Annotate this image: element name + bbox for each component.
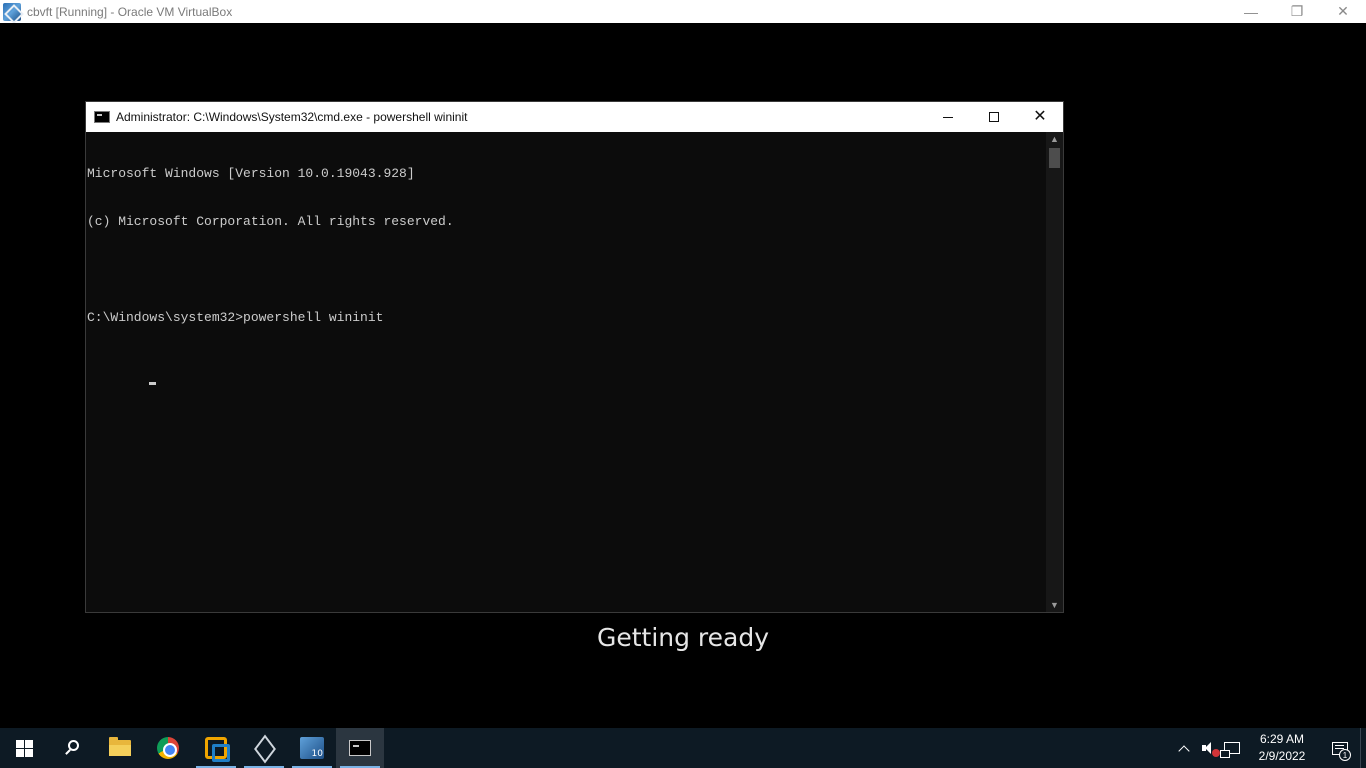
vmware-button[interactable] [192, 728, 240, 768]
cmd-window-icon[interactable] [94, 111, 110, 123]
folder-icon [109, 737, 131, 756]
scroll-down-arrow-icon[interactable]: ▼ [1046, 598, 1063, 612]
cube-icon [254, 738, 274, 758]
cmd-window-controls: ✕ [925, 102, 1063, 132]
virtualbox-cube-button[interactable] [240, 728, 288, 768]
show-desktop-button[interactable] [1360, 728, 1366, 768]
volume-button[interactable] [1196, 728, 1220, 768]
host-window-title: cbvft [Running] - Oracle VM VirtualBox [27, 4, 233, 19]
chrome-icon [157, 737, 179, 759]
chrome-button[interactable] [144, 728, 192, 768]
virtualbox-icon [300, 737, 324, 759]
console-line: Microsoft Windows [Version 10.0.19043.92… [87, 166, 415, 181]
clock-time: 6:29 AM [1259, 732, 1305, 746]
system-tray: 6:29 AM 2/9/2022 1 [1172, 728, 1366, 768]
taskbar-clock[interactable]: 6:29 AM 2/9/2022 [1244, 728, 1320, 768]
scroll-thumb[interactable] [1049, 148, 1060, 168]
network-icon [1220, 742, 1240, 758]
console-line: (c) Microsoft Corporation. All rights re… [87, 214, 454, 229]
cmd-icon [349, 740, 371, 756]
command-prompt-button[interactable] [336, 728, 384, 768]
virtualbox-button[interactable] [288, 728, 336, 768]
file-explorer-button[interactable] [96, 728, 144, 768]
host-window-controls: — ❐ ✕ [1228, 0, 1366, 23]
cmd-maximize-button[interactable] [971, 102, 1017, 132]
maximize-icon [989, 112, 999, 122]
vm-screen[interactable]: Administrator: C:\Windows\System32\cmd.e… [0, 23, 1366, 728]
console-cursor-line [87, 358, 1046, 385]
virtualbox-logo-icon [3, 2, 21, 21]
host-restore-button[interactable]: ❐ [1274, 0, 1320, 23]
taskbar: 6:29 AM 2/9/2022 1 [0, 728, 1366, 768]
cmd-close-button[interactable]: ✕ [1017, 102, 1063, 132]
speaker-muted-icon [1201, 741, 1220, 757]
cmd-console-output[interactable]: Microsoft Windows [Version 10.0.19043.92… [86, 132, 1046, 612]
getting-ready-status: Getting ready [596, 623, 770, 652]
cmd-vertical-scrollbar[interactable]: ▲ ▼ [1046, 132, 1063, 612]
cmd-window[interactable]: Administrator: C:\Windows\System32\cmd.e… [85, 101, 1064, 613]
console-line: C:\Windows\system32>powershell wininit [87, 310, 384, 325]
minimize-icon [943, 116, 953, 118]
clock-date: 2/9/2022 [1258, 749, 1306, 763]
host-minimize-button[interactable]: — [1228, 0, 1274, 23]
network-button[interactable] [1220, 728, 1244, 768]
notification-count-badge: 1 [1339, 749, 1351, 761]
close-icon: ✕ [1033, 108, 1047, 125]
cmd-minimize-button[interactable] [925, 102, 971, 132]
search-icon [64, 740, 80, 756]
show-hidden-icons-button[interactable] [1172, 728, 1196, 768]
cmd-window-title: Administrator: C:\Windows\System32\cmd.e… [116, 110, 468, 124]
text-cursor [149, 382, 157, 385]
host-titlebar[interactable]: cbvft [Running] - Oracle VM VirtualBox —… [0, 0, 1366, 23]
start-button[interactable] [0, 728, 48, 768]
windows-logo-icon [15, 739, 33, 757]
action-center-button[interactable]: 1 [1320, 728, 1360, 768]
host-close-button[interactable]: ✕ [1320, 0, 1366, 23]
search-button[interactable] [48, 728, 96, 768]
cmd-titlebar[interactable]: Administrator: C:\Windows\System32\cmd.e… [86, 102, 1063, 132]
scroll-up-arrow-icon[interactable]: ▲ [1046, 132, 1063, 146]
vmware-icon [205, 737, 230, 762]
chevron-up-icon [1178, 744, 1190, 757]
